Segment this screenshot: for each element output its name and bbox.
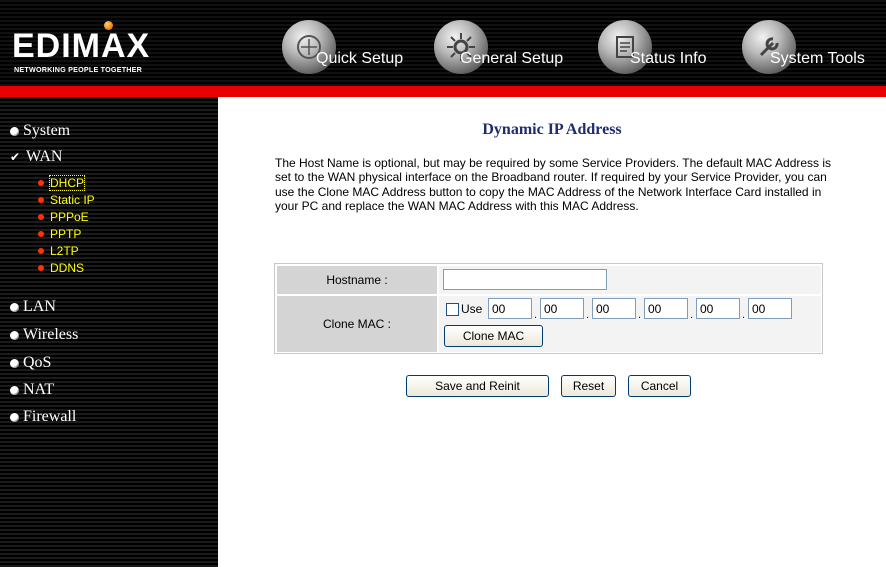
sidebar-subitem-pppoe[interactable]: PPPoE xyxy=(38,210,89,224)
edimax-logo: EDIMAX NETWORKING PEOPLE TOGETHER xyxy=(12,14,202,76)
hostname-label: Hostname : xyxy=(277,266,437,294)
logo-text: EDIMAX xyxy=(12,27,151,65)
sidebar-item-lan[interactable]: LAN xyxy=(10,298,56,316)
reset-button[interactable]: Reset xyxy=(561,375,616,397)
checkmark-icon: ✔ xyxy=(10,150,21,164)
bullet-icon xyxy=(10,358,19,368)
sidebar-item-label: NAT xyxy=(23,381,55,398)
sidebar-item-firewall[interactable]: Firewall xyxy=(10,408,76,426)
sidebar-subitem-label: DDNS xyxy=(50,261,85,275)
mac-separator: . xyxy=(690,309,694,321)
mac-octet-1-input[interactable] xyxy=(488,298,532,319)
sidebar-item-nat[interactable]: NAT xyxy=(10,381,54,399)
header-bar: EDIMAX NETWORKING PEOPLE TOGETHER Quick … xyxy=(0,0,886,86)
sidebar: System ✔ WAN DHCP Static IP PPPoE PPTP L… xyxy=(0,97,218,567)
sidebar-item-wireless[interactable]: Wireless xyxy=(10,326,78,344)
mac-octet-2-input[interactable] xyxy=(540,298,584,319)
mac-octet-4-input[interactable] xyxy=(644,298,688,319)
nav-general-setup[interactable]: General Setup xyxy=(434,20,594,78)
bullet-icon xyxy=(10,412,19,422)
sidebar-subitem-ddns[interactable]: DDNS xyxy=(38,261,84,275)
nav-system-tools[interactable]: System Tools xyxy=(742,20,886,78)
sidebar-item-system[interactable]: System xyxy=(10,122,70,140)
sidebar-item-label: Firewall xyxy=(23,408,77,425)
sidebar-subitem-dhcp[interactable]: DHCP xyxy=(38,175,86,191)
sidebar-item-label: Wireless xyxy=(23,326,79,343)
mac-octet-6-input[interactable] xyxy=(748,298,792,319)
use-mac-label: Use xyxy=(461,302,483,316)
sidebar-item-label: System xyxy=(23,122,71,139)
bullet-icon xyxy=(38,248,44,254)
bullet-icon xyxy=(10,302,19,312)
use-mac-checkbox[interactable] xyxy=(446,303,459,316)
sidebar-subitem-label: L2TP xyxy=(50,244,79,258)
nav-label: Status Info xyxy=(630,50,707,67)
clone-mac-label: Clone MAC : xyxy=(277,296,437,352)
cancel-button[interactable]: Cancel xyxy=(628,375,691,397)
hostname-input[interactable] xyxy=(443,269,607,290)
clone-mac-button[interactable]: Clone MAC xyxy=(444,325,543,347)
sidebar-item-label: LAN xyxy=(23,298,56,315)
page-title: Dynamic IP Address xyxy=(482,121,622,138)
sidebar-subitem-l2tp[interactable]: L2TP xyxy=(38,244,79,258)
wan-settings-form: Hostname : Clone MAC : Use . . . . . Clo… xyxy=(274,263,823,354)
mac-separator: . xyxy=(534,309,538,321)
bullet-icon xyxy=(10,385,19,395)
mac-octet-5-input[interactable] xyxy=(696,298,740,319)
mac-separator: . xyxy=(638,309,642,321)
nav-label: System Tools xyxy=(770,50,865,67)
save-and-reinit-button[interactable]: Save and Reinit xyxy=(406,375,549,397)
sidebar-subitem-label: PPPoE xyxy=(50,210,89,224)
sidebar-subitem-pptp[interactable]: PPTP xyxy=(38,227,81,241)
mac-octet-3-input[interactable] xyxy=(592,298,636,319)
sidebar-item-label: WAN xyxy=(26,148,63,165)
mac-separator: . xyxy=(586,309,590,321)
bullet-icon xyxy=(10,330,19,340)
bullet-icon xyxy=(10,126,19,136)
logo-tagline: NETWORKING PEOPLE TOGETHER xyxy=(14,65,143,74)
nav-label: General Setup xyxy=(460,50,564,67)
sidebar-item-label: QoS xyxy=(23,354,52,371)
sidebar-subitem-label: Static IP xyxy=(50,193,95,207)
page-description: The Host Name is optional, but may be re… xyxy=(275,156,832,214)
nav-status-info[interactable]: Status Info xyxy=(598,20,738,78)
bullet-icon xyxy=(38,214,44,220)
clone-mac-cell: Use . . . . . Clone MAC xyxy=(439,296,821,352)
bullet-icon xyxy=(38,231,44,237)
mac-separator: . xyxy=(742,309,746,321)
sidebar-subitem-label: PPTP xyxy=(50,227,82,241)
sidebar-subitem-static-ip[interactable]: Static IP xyxy=(38,193,95,207)
sidebar-item-wan[interactable]: ✔ WAN xyxy=(10,148,62,166)
hostname-cell xyxy=(439,266,821,294)
nav-label: Quick Setup xyxy=(316,50,404,67)
sidebar-subitem-label: DHCP xyxy=(48,175,86,191)
sidebar-item-qos[interactable]: QoS xyxy=(10,354,51,372)
bullet-icon xyxy=(38,197,44,203)
nav-quick-setup[interactable]: Quick Setup xyxy=(282,20,432,78)
header-divider xyxy=(0,86,886,97)
bullet-icon xyxy=(38,180,44,186)
bullet-icon xyxy=(38,265,44,271)
